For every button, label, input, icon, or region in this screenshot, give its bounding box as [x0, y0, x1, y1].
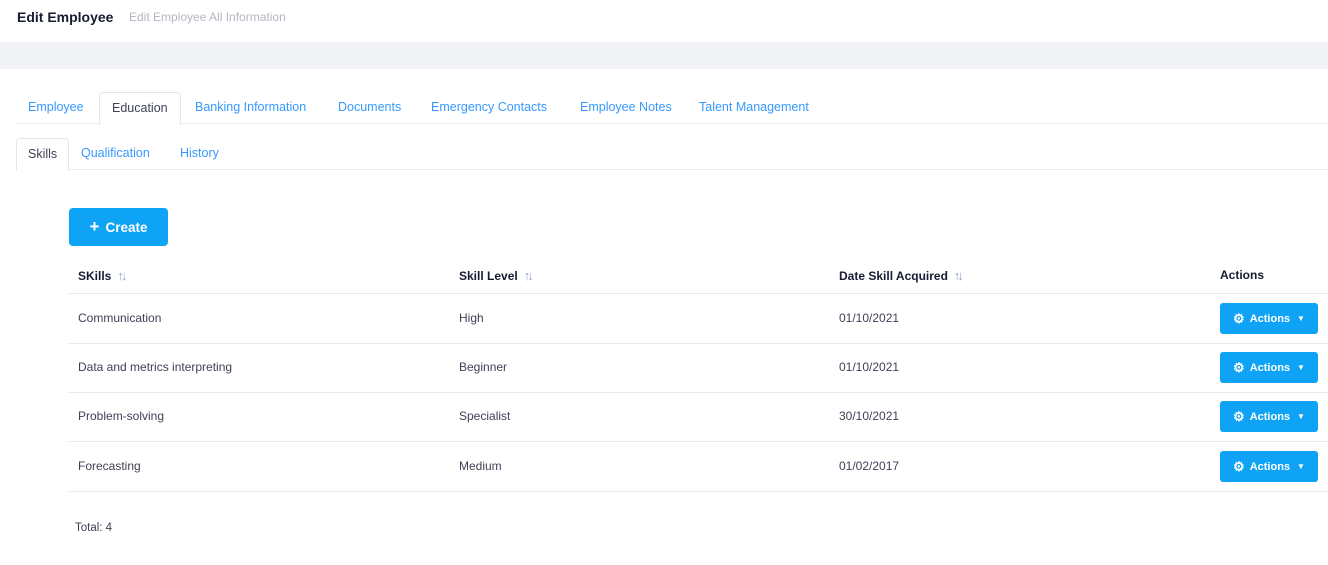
sub-tabs: Skills Qualification History — [16, 138, 1328, 171]
caret-down-icon: ▼ — [1297, 461, 1305, 471]
cell-date-acquired: 01/02/2017 — [839, 459, 900, 473]
table-divider — [69, 293, 1328, 294]
cell-skill-level: Medium — [459, 459, 502, 473]
tab-documents[interactable]: Documents — [338, 92, 401, 124]
gear-icon: ⚙ — [1233, 360, 1245, 375]
cell-skill-level: High — [459, 311, 484, 325]
column-header-actions: Actions — [1220, 268, 1264, 282]
subheader: Edit Employee Edit Employee All Informat… — [0, 0, 1328, 42]
actions-label: Actions — [1249, 312, 1291, 325]
tab-employee-notes[interactable]: Employee Notes — [580, 92, 672, 124]
cell-date-acquired: 01/10/2021 — [839, 311, 900, 325]
cell-skill: Communication — [78, 311, 162, 325]
plus-icon: + — [89, 217, 100, 236]
caret-down-icon: ▼ — [1297, 362, 1305, 372]
row-actions-button[interactable]: ⚙ Actions ▼ — [1220, 303, 1318, 334]
gear-icon: ⚙ — [1233, 409, 1245, 424]
cell-skill-level: Beginner — [459, 360, 508, 374]
cell-skill-level: Specialist — [459, 409, 511, 423]
sort-icon[interactable]: ↑↓ — [954, 268, 964, 283]
column-header-label: SKills — [78, 268, 112, 283]
table-divider — [69, 392, 1328, 393]
actions-label: Actions — [1249, 361, 1291, 374]
subtab-qualification[interactable]: Qualification — [81, 138, 150, 170]
header-separator-band — [0, 42, 1328, 69]
cell-skill: Data and metrics interpreting — [78, 360, 233, 374]
cell-date-acquired: 30/10/2021 — [839, 409, 900, 423]
row-actions-button[interactable]: ⚙ Actions ▼ — [1220, 451, 1318, 482]
create-button-label: Create — [105, 219, 148, 235]
cell-date-acquired: 01/10/2021 — [839, 360, 900, 374]
caret-down-icon: ▼ — [1297, 411, 1305, 421]
column-header-skill-level[interactable]: Skill Level ↑↓ — [459, 268, 534, 283]
column-header-label: Date Skill Acquired — [839, 268, 948, 283]
column-header-label: Skill Level — [459, 268, 518, 283]
subtab-skills[interactable]: Skills — [16, 138, 70, 171]
sort-icon[interactable]: ↑↓ — [524, 268, 534, 283]
page-title: Edit Employee — [17, 9, 114, 25]
column-header-label: Actions — [1220, 268, 1265, 282]
gear-icon: ⚙ — [1233, 459, 1245, 474]
table-divider — [69, 441, 1328, 442]
column-header-date-acquired[interactable]: Date Skill Acquired ↑↓ — [839, 268, 964, 283]
tab-emergency-contacts[interactable]: Emergency Contacts — [431, 92, 547, 124]
row-actions-button[interactable]: ⚙ Actions ▼ — [1220, 352, 1318, 383]
row-actions-button[interactable]: ⚙ Actions ▼ — [1220, 401, 1318, 432]
sort-icon[interactable]: ↑↓ — [117, 268, 127, 283]
page-description: Edit Employee All Information — [129, 10, 286, 24]
tab-employee[interactable]: Employee — [28, 92, 84, 124]
actions-label: Actions — [1249, 460, 1291, 473]
create-button[interactable]: + Create — [69, 208, 168, 246]
table-divider — [69, 343, 1328, 344]
total-count: Total: 4 — [75, 522, 113, 534]
caret-down-icon: ▼ — [1297, 313, 1305, 323]
table-divider — [69, 491, 1328, 492]
tab-banking-information[interactable]: Banking Information — [195, 92, 306, 124]
column-header-skills[interactable]: SKills ↑↓ — [78, 268, 127, 283]
cell-skill: Problem-solving — [78, 409, 165, 423]
gear-icon: ⚙ — [1233, 311, 1245, 326]
tab-talent-management[interactable]: Talent Management — [699, 92, 809, 124]
tab-education[interactable]: Education — [99, 92, 181, 125]
actions-label: Actions — [1249, 410, 1291, 423]
subtab-history[interactable]: History — [180, 138, 219, 170]
cell-skill: Forecasting — [78, 459, 141, 473]
main-tabs: Employee Education Banking Information D… — [16, 92, 1328, 125]
